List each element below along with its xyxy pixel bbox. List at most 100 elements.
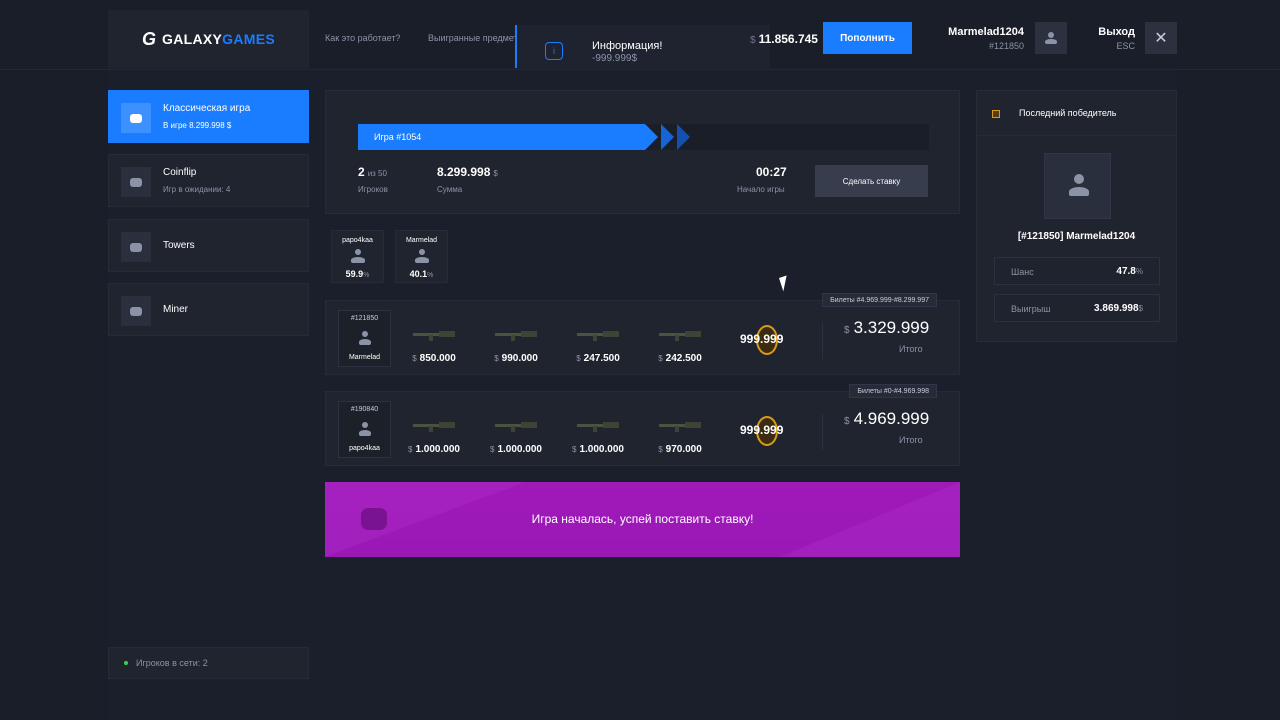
notification-title: Информация! xyxy=(592,40,663,52)
person-icon xyxy=(415,249,429,263)
skin-item[interactable]: $247.500 xyxy=(568,331,628,364)
nav-how-it-works[interactable]: Как это работает? xyxy=(325,33,400,43)
player-chance[interactable]: papo4kaa 59.9% xyxy=(331,230,384,283)
skin-item[interactable]: $1.000.000 xyxy=(486,422,546,455)
rifle-icon xyxy=(495,331,537,341)
bet-user-id: #121850 xyxy=(350,315,379,322)
skin-item[interactable]: $242.500 xyxy=(650,331,710,364)
player-name: papo4kaa xyxy=(342,237,373,244)
player-chance-value: 40.1% xyxy=(409,269,434,279)
divider xyxy=(822,414,823,450)
divider xyxy=(822,323,823,359)
pot-sum-label: Сумма xyxy=(437,185,463,194)
bet-user[interactable]: #121850 Marmelad xyxy=(338,310,391,367)
winner-prize: Выигрыш 3.869.998$ xyxy=(994,294,1160,322)
person-icon xyxy=(359,331,371,345)
rifle-icon xyxy=(495,422,537,432)
rifle-icon xyxy=(659,422,701,432)
bet-total-label: Итого xyxy=(899,344,923,354)
mode-towers[interactable]: Towers xyxy=(108,219,309,272)
background-left xyxy=(0,0,108,720)
players-label: Игроков xyxy=(358,185,388,194)
game-started-banner: Игра началась, успей поставить ставку! xyxy=(325,482,960,557)
mode-title: Towers xyxy=(163,240,195,251)
ticket-range: Билеты #4.969.999-#8.299.997 xyxy=(822,293,937,307)
bet-total: $3.329.999 xyxy=(844,318,930,337)
mode-coinflip[interactable]: Coinflip Игр в ожидании: 4 xyxy=(108,154,309,207)
player-chance-value: 59.9% xyxy=(345,269,370,279)
item-price: $242.500 xyxy=(658,353,702,364)
logout-label[interactable]: Выход xyxy=(1095,26,1135,38)
mode-title: Coinflip xyxy=(163,167,197,178)
game-progress: Игра #1054 xyxy=(358,124,929,150)
item-price: $1.000.000 xyxy=(490,444,542,455)
mode-subtitle: В игре 8.299.998 $ xyxy=(163,121,232,130)
info-icon: i xyxy=(545,42,563,60)
winner-prize-value: 3.869.998$ xyxy=(1094,303,1143,314)
header: G GALAXYGAMES Как это работает? Выигранн… xyxy=(0,0,1280,70)
player-name: Marmelad xyxy=(405,237,438,244)
countdown-label: Начало игры xyxy=(737,185,785,194)
logo[interactable]: G GALAXYGAMES xyxy=(108,10,309,68)
winner-prize-label: Выигрыш xyxy=(1011,304,1051,314)
rifle-icon xyxy=(413,422,455,432)
person-icon xyxy=(1069,174,1089,198)
deposit-button[interactable]: Пополнить xyxy=(823,22,912,54)
skin-item[interactable]: $1.000.000 xyxy=(568,422,628,455)
item-price: $1.000.000 xyxy=(572,444,624,455)
nav-won-items[interactable]: Выигранные предметы xyxy=(428,33,524,43)
game-label: Игра #1054 xyxy=(374,132,422,142)
banner-text: Игра началась, успей поставить ставку! xyxy=(531,512,754,526)
winner-chance-value: 47.8% xyxy=(1116,266,1143,277)
item-price: $970.000 xyxy=(658,444,702,455)
winner-chance-label: Шанс xyxy=(1011,267,1034,277)
gamepad-icon xyxy=(121,167,151,197)
skin-item[interactable]: $850.000 xyxy=(404,331,464,364)
winner-avatar xyxy=(1044,153,1111,219)
notification-toast[interactable]: i Информация! -999.999$ xyxy=(515,25,770,68)
player-chance[interactable]: Marmelad 40.1% xyxy=(395,230,448,283)
mode-miner[interactable]: Miner xyxy=(108,283,309,336)
skin-item[interactable]: $1.000.000 xyxy=(404,422,464,455)
winner-chance: Шанс 47.8% xyxy=(994,257,1160,285)
bet-user[interactable]: #190840 papo4kaa xyxy=(338,401,391,458)
online-dot-icon xyxy=(124,661,128,665)
gamepad-icon xyxy=(121,232,151,262)
close-icon[interactable]: ✕ xyxy=(1145,22,1177,54)
place-bet-button[interactable]: Сделать ставку xyxy=(815,165,928,197)
background-right xyxy=(1177,0,1280,720)
notification-text: -999.999$ xyxy=(592,53,638,64)
username[interactable]: Marmelad1204 xyxy=(943,26,1024,38)
online-counter: Игроков в сети: 2 xyxy=(108,647,309,679)
coin-value: 999.999 xyxy=(740,423,784,437)
bet-total-label: Итого xyxy=(899,435,923,445)
user-id: #121850 xyxy=(988,41,1024,51)
bet-user-id: #190840 xyxy=(350,406,379,413)
item-price: $990.000 xyxy=(494,353,538,364)
logout-hint: ESC xyxy=(1116,41,1135,51)
person-icon xyxy=(351,249,365,263)
rifle-icon xyxy=(577,422,619,432)
countdown-timer: 00:27 xyxy=(756,165,787,179)
chevron-icon xyxy=(661,124,674,150)
mode-classic[interactable]: Классическая игра В игре 8.299.998 $ xyxy=(108,90,309,143)
user-avatar[interactable] xyxy=(1035,22,1067,54)
bullet-icon xyxy=(992,110,1000,118)
logo-text: GALAXYGAMES xyxy=(162,31,275,47)
last-winner-header: Последний победитель xyxy=(977,91,1176,136)
mouse-cursor-icon xyxy=(779,275,791,292)
winner-name[interactable]: [#121850] Marmelad1204 xyxy=(977,231,1176,242)
last-winner-title: Последний победитель xyxy=(1019,108,1117,118)
pot-sum: 8.299.998 $ xyxy=(437,165,498,179)
last-winner-panel: Последний победитель [#121850] Marmelad1… xyxy=(976,90,1177,342)
item-price: $247.500 xyxy=(576,353,620,364)
skin-item[interactable]: $990.000 xyxy=(486,331,546,364)
bet-row: Билеты #0-#4.969.998 #190840 papo4kaa $1… xyxy=(325,384,960,466)
gamepad-icon xyxy=(121,296,151,326)
skin-item[interactable]: $970.000 xyxy=(650,422,710,455)
person-icon xyxy=(1045,32,1057,44)
mode-title: Miner xyxy=(163,304,189,315)
bet-total: $4.969.999 xyxy=(844,409,930,428)
bet-user-name: papo4kaa xyxy=(349,445,380,452)
rifle-icon xyxy=(659,331,701,341)
